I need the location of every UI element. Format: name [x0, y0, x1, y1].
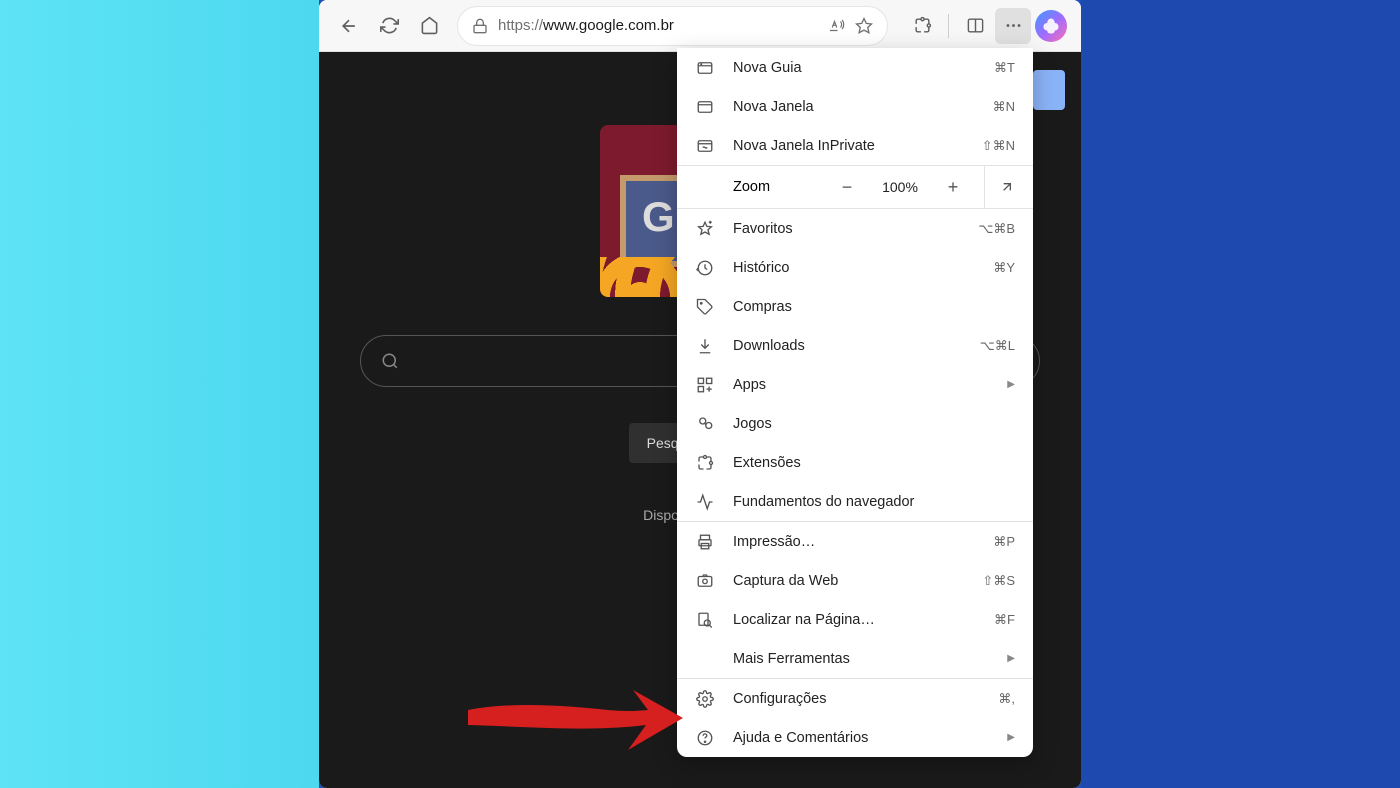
menu-label: Ajuda e Comentários: [733, 730, 989, 746]
menu-shortcut: ⇧⌘S: [982, 573, 1015, 589]
blank-icon: [695, 649, 715, 669]
chevron-right-icon: ▶: [1007, 653, 1015, 664]
menu-label: Captura da Web: [733, 573, 964, 589]
menu-essentials[interactable]: Fundamentos do navegador: [677, 482, 1033, 521]
menu-new-tab[interactable]: Nova Guia ⌘T: [677, 48, 1033, 87]
shopping-icon: [695, 297, 715, 317]
settings-icon: [695, 689, 715, 709]
menu-more-tools[interactable]: Mais Ferramentas ▶: [677, 639, 1033, 678]
menu-find[interactable]: Localizar na Página… ⌘F: [677, 600, 1033, 639]
read-aloud-icon[interactable]: [827, 17, 845, 35]
copilot-icon: [1035, 10, 1067, 42]
new-tab-icon: [695, 58, 715, 78]
downloads-icon: [695, 336, 715, 356]
new-window-icon: [695, 97, 715, 117]
menu-downloads[interactable]: Downloads ⌥⌘L: [677, 326, 1033, 365]
menu-help[interactable]: Ajuda e Comentários ▶: [677, 718, 1033, 757]
menu-shortcut: ⌘P: [993, 534, 1015, 550]
menu-label: Mais Ferramentas: [733, 651, 989, 667]
history-icon: [695, 258, 715, 278]
menu-apps[interactable]: Apps ▶: [677, 365, 1033, 404]
copilot-button[interactable]: [1033, 8, 1069, 44]
menu-extensions[interactable]: Extensões: [677, 443, 1033, 482]
toolbar: https://www.google.com.br: [319, 0, 1081, 52]
zoom-value: 100%: [878, 179, 922, 195]
menu-shortcut: ⌘F: [994, 612, 1015, 628]
menu-label: Extensões: [733, 455, 1015, 471]
extensions-menu-icon: [695, 453, 715, 473]
help-icon: [695, 728, 715, 748]
menu-shortcut: ⌥⌘B: [978, 221, 1015, 237]
menu-shortcut: ⌘N: [993, 99, 1015, 115]
signin-partial[interactable]: [1033, 70, 1065, 110]
menu-label: Impressão…: [733, 534, 975, 550]
menu-label: Configurações: [733, 691, 980, 707]
chevron-right-icon: ▶: [1007, 732, 1015, 743]
menu-label: Nova Guia: [733, 60, 976, 76]
more-menu-button[interactable]: [995, 8, 1031, 44]
menu-label: Jogos: [733, 416, 1015, 432]
menu-label: Apps: [733, 377, 989, 393]
menu-label: Localizar na Página…: [733, 612, 976, 628]
menu-shortcut: ⇧⌘N: [982, 138, 1015, 154]
apps-icon: [695, 375, 715, 395]
menu-label: Favoritos: [733, 221, 960, 237]
zoom-out-button[interactable]: −: [834, 174, 860, 200]
menu-shortcut: ⌘T: [994, 60, 1015, 76]
menu-shortcut: ⌘Y: [993, 260, 1015, 276]
search-icon: [381, 352, 399, 370]
home-button[interactable]: [411, 8, 447, 44]
refresh-button[interactable]: [371, 8, 407, 44]
inprivate-icon: [695, 136, 715, 156]
menu-label: Fundamentos do navegador: [733, 494, 1015, 510]
menu-label: Downloads: [733, 338, 962, 354]
toolbar-divider: [948, 14, 949, 38]
menu-label: Nova Janela InPrivate: [733, 138, 964, 154]
fullscreen-button[interactable]: [984, 166, 1015, 208]
split-screen-icon[interactable]: [957, 8, 993, 44]
zoom-in-button[interactable]: +: [940, 174, 966, 200]
back-button[interactable]: [331, 8, 367, 44]
zoom-label: Zoom: [733, 179, 770, 195]
chevron-right-icon: ▶: [1007, 379, 1015, 390]
essentials-icon: [695, 492, 715, 512]
menu-new-window[interactable]: Nova Janela ⌘N: [677, 87, 1033, 126]
favorite-star-icon[interactable]: [855, 17, 873, 35]
lock-icon: [472, 18, 488, 34]
menu-settings[interactable]: Configurações ⌘,: [677, 679, 1033, 718]
menu-label: Compras: [733, 299, 1015, 315]
menu-history[interactable]: Histórico ⌘Y: [677, 248, 1033, 287]
menu-shortcut: ⌥⌘L: [980, 338, 1015, 354]
address-bar[interactable]: https://www.google.com.br: [457, 6, 888, 46]
menu-new-inprivate[interactable]: Nova Janela InPrivate ⇧⌘N: [677, 126, 1033, 165]
favorites-icon: [695, 219, 715, 239]
games-icon: [695, 414, 715, 434]
menu-print[interactable]: Impressão… ⌘P: [677, 522, 1033, 561]
extensions-icon[interactable]: [904, 8, 940, 44]
menu-shopping[interactable]: Compras: [677, 287, 1033, 326]
menu-label: Nova Janela: [733, 99, 975, 115]
menu-games[interactable]: Jogos: [677, 404, 1033, 443]
capture-icon: [695, 571, 715, 591]
find-icon: [695, 610, 715, 630]
menu-web-capture[interactable]: Captura da Web ⇧⌘S: [677, 561, 1033, 600]
browser-menu: Nova Guia ⌘T Nova Janela ⌘N Nova Janela …: [677, 48, 1033, 757]
url-text: https://www.google.com.br: [498, 17, 817, 34]
print-icon: [695, 532, 715, 552]
menu-favorites[interactable]: Favoritos ⌥⌘B: [677, 209, 1033, 248]
menu-zoom: Zoom − 100% +: [677, 166, 1033, 208]
menu-shortcut: ⌘,: [998, 691, 1015, 707]
menu-label: Histórico: [733, 260, 975, 276]
